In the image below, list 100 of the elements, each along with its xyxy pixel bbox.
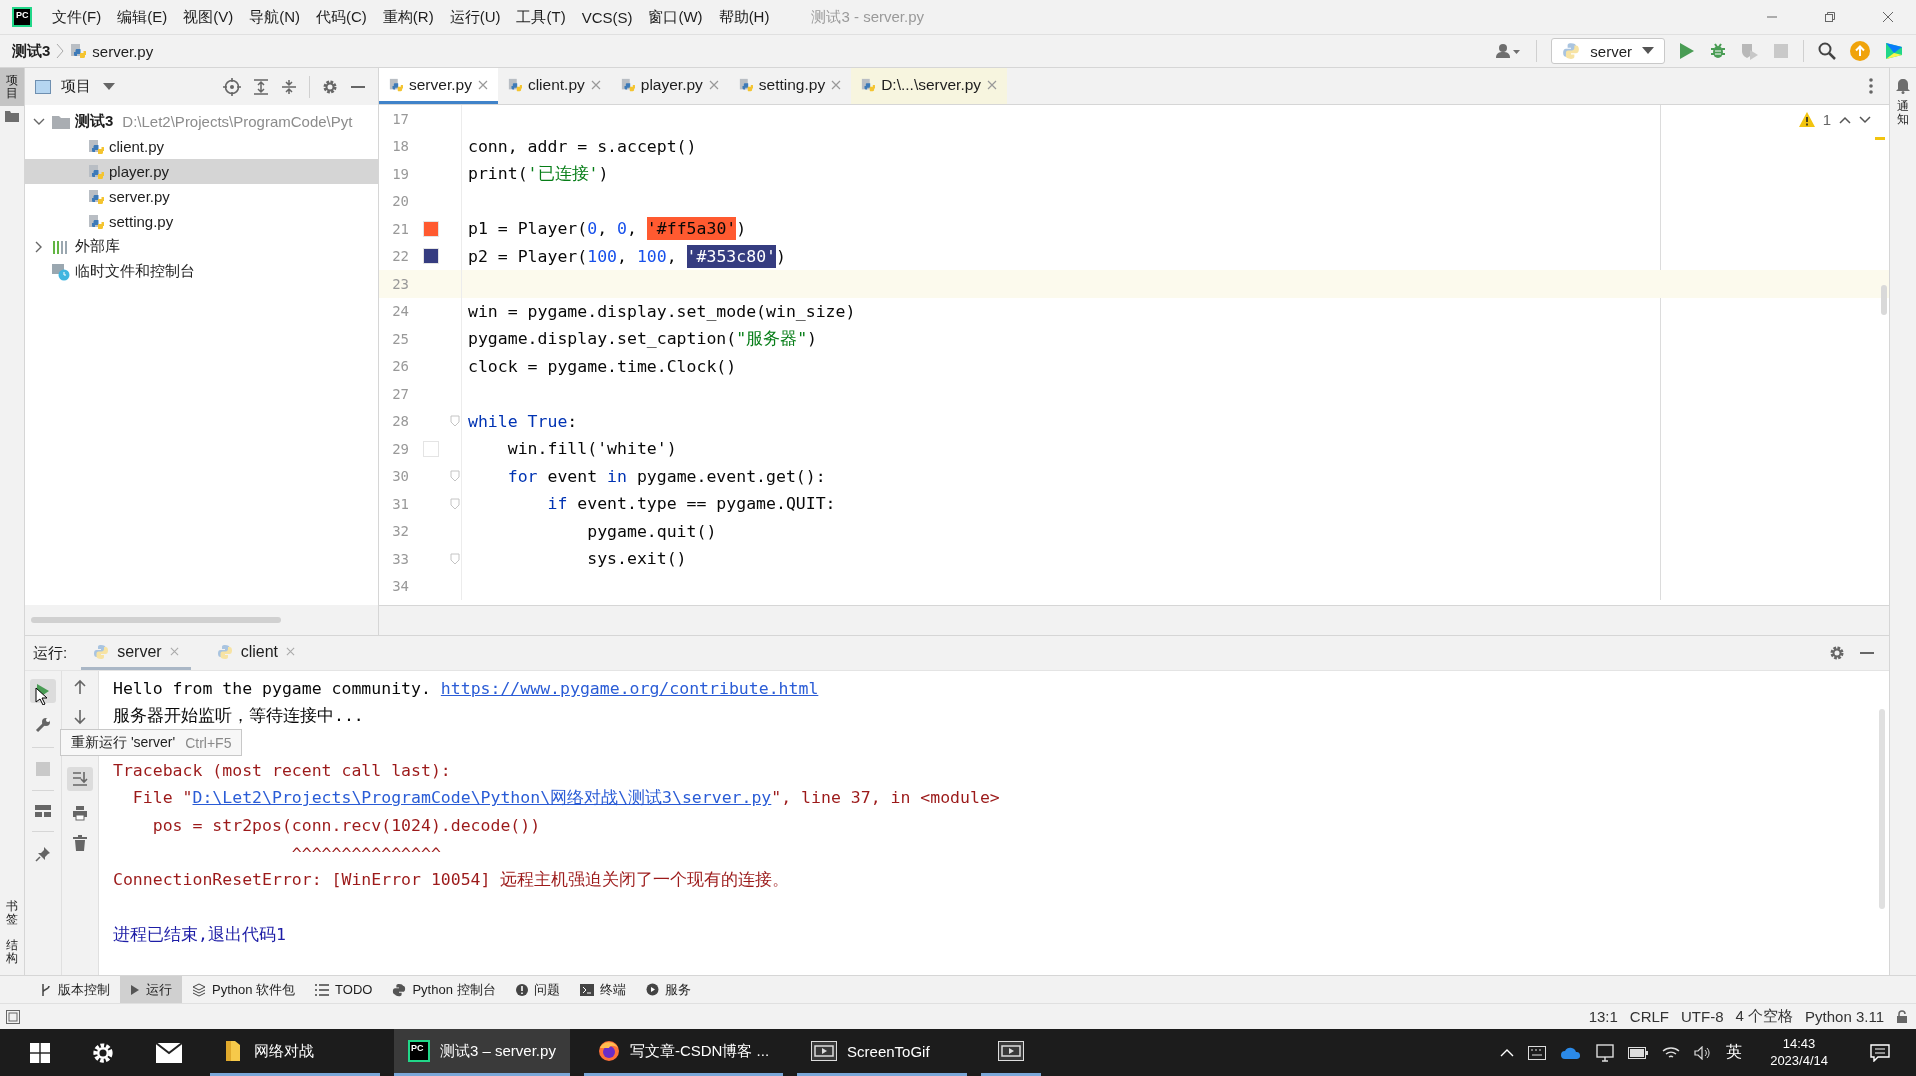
- warning-icon[interactable]: [1798, 112, 1815, 127]
- chevron-up-icon[interactable]: [1500, 1048, 1515, 1057]
- scrollbar-thumb[interactable]: [1881, 285, 1887, 315]
- locate-icon[interactable]: [223, 77, 241, 96]
- panel-title[interactable]: 项目: [61, 77, 91, 96]
- editor-tab[interactable]: player.py: [610, 68, 729, 104]
- editor-tab[interactable]: server.py: [379, 68, 498, 104]
- warning-count[interactable]: 1: [1822, 111, 1831, 128]
- tool-window-tab[interactable]: TODO: [305, 976, 383, 1003]
- clock[interactable]: 14:43 2023/4/14: [1770, 1035, 1828, 1070]
- close-icon[interactable]: [831, 79, 842, 90]
- bug-icon[interactable]: [1709, 42, 1727, 60]
- collapse-all-icon[interactable]: [281, 78, 297, 95]
- tool-window-tab[interactable]: 运行: [120, 976, 182, 1003]
- battery-icon[interactable]: [1628, 1046, 1649, 1059]
- color-swatch[interactable]: [423, 440, 439, 457]
- search-icon[interactable]: [1818, 42, 1836, 60]
- tool-window-tab[interactable]: 终端: [569, 976, 636, 1003]
- tool-window-button[interactable]: 通知: [1897, 100, 1909, 127]
- windows-start-icon[interactable]: [30, 1042, 50, 1063]
- input-method-indicator[interactable]: 英: [1726, 1042, 1743, 1063]
- expand-all-icon[interactable]: [253, 78, 269, 95]
- warning-marker[interactable]: [1875, 137, 1885, 140]
- menu-item[interactable]: 编辑(E): [117, 7, 168, 27]
- layout-toggle-icon[interactable]: [6, 1009, 20, 1024]
- tree-item[interactable]: server.py: [25, 184, 378, 209]
- wifi-icon[interactable]: [1662, 1045, 1681, 1060]
- tree-item[interactable]: client.py: [25, 134, 378, 159]
- tree-item[interactable]: 临时文件和控制台: [25, 259, 378, 284]
- lock-icon[interactable]: [1896, 1009, 1908, 1024]
- caret-icon[interactable]: [103, 82, 115, 91]
- tool-window-button[interactable]: 书签: [0, 894, 24, 933]
- menu-item[interactable]: 导航(N): [249, 7, 300, 27]
- menu-item[interactable]: 代码(C): [316, 7, 367, 27]
- down-arrow-icon[interactable]: [73, 709, 87, 725]
- scroll-to-end-button[interactable]: [67, 767, 93, 791]
- previous-icon[interactable]: [1839, 115, 1851, 124]
- color-swatch[interactable]: [423, 248, 439, 265]
- menu-item[interactable]: 视图(V): [183, 7, 234, 27]
- taskbar-app[interactable]: ScreenToGif: [797, 1029, 968, 1076]
- user-icon[interactable]: [1496, 43, 1523, 59]
- close-icon[interactable]: [590, 79, 601, 90]
- menu-item[interactable]: 文件(F): [52, 7, 102, 27]
- mail-icon[interactable]: [156, 1042, 182, 1063]
- tool-window-tab[interactable]: 服务: [635, 976, 701, 1003]
- scrollbar-thumb[interactable]: [1879, 709, 1885, 909]
- breadcrumb-item[interactable]: 测试3: [12, 41, 51, 61]
- menu-item[interactable]: 重构(R): [382, 7, 434, 27]
- tool-window-tab[interactable]: Python 控制台: [382, 976, 506, 1003]
- minimize-icon[interactable]: [1859, 651, 1875, 655]
- cloud-icon[interactable]: [1560, 1045, 1583, 1060]
- status-item[interactable]: 4 个空格: [1735, 1007, 1794, 1026]
- menu-item[interactable]: 帮助(H): [718, 7, 770, 27]
- color-swatch[interactable]: [423, 220, 439, 237]
- keyboard-icon[interactable]: [1528, 1045, 1547, 1060]
- run-config-dropdown[interactable]: server: [1551, 38, 1665, 64]
- taskbar-app[interactable]: 写文章-CSDN博客 ...: [583, 1029, 784, 1076]
- close-icon[interactable]: [477, 79, 488, 90]
- next-icon[interactable]: [1859, 115, 1871, 124]
- pin-icon[interactable]: [35, 846, 51, 862]
- menu-item[interactable]: 运行(U): [449, 7, 501, 27]
- volume-icon[interactable]: [1694, 1045, 1713, 1060]
- scrollbar-thumb[interactable]: [31, 617, 281, 623]
- restore-icon[interactable]: [1824, 11, 1836, 23]
- taskbar-app[interactable]: PC 测试3 – server.py: [394, 1029, 570, 1076]
- tool-window-button[interactable]: 项目: [0, 68, 24, 107]
- menu-item[interactable]: VCS(S): [581, 8, 633, 26]
- status-item[interactable]: 13:1: [1588, 1008, 1618, 1025]
- tree-item[interactable]: setting.py: [25, 209, 378, 234]
- network-icon[interactable]: [1596, 1043, 1615, 1062]
- print-icon[interactable]: [72, 805, 88, 821]
- tool-window-button[interactable]: 结构: [0, 932, 24, 971]
- editor-tab[interactable]: D:\...\server.py: [851, 68, 1008, 104]
- status-item[interactable]: CRLF: [1629, 1008, 1670, 1025]
- tool-window-tab[interactable]: Python 软件包: [182, 976, 306, 1003]
- tree-item[interactable]: 外部库: [25, 234, 378, 259]
- toolbox-icon[interactable]: [1884, 41, 1904, 61]
- run-tab[interactable]: client: [204, 636, 307, 670]
- close-icon[interactable]: [987, 79, 998, 90]
- wrench-icon[interactable]: [35, 717, 51, 733]
- run-icon[interactable]: [1679, 42, 1695, 60]
- taskbar-app[interactable]: 网络对战: [210, 1029, 380, 1076]
- trash-icon[interactable]: [73, 835, 87, 851]
- tree-item[interactable]: player.py: [25, 159, 378, 184]
- layout-icon[interactable]: [35, 805, 51, 817]
- tree-item[interactable]: 测试3 D:\Let2\Projects\ProgramCode\Pyt: [25, 109, 378, 134]
- menu-item[interactable]: 工具(T): [516, 7, 566, 27]
- editor-tab[interactable]: setting.py: [728, 68, 852, 104]
- tool-window-tab[interactable]: 问题: [505, 976, 570, 1003]
- status-item[interactable]: UTF-8: [1681, 1008, 1724, 1025]
- breadcrumb-item[interactable]: server.py: [92, 42, 154, 60]
- close-icon[interactable]: [1882, 11, 1894, 23]
- status-item[interactable]: Python 3.11: [1805, 1008, 1884, 1025]
- notification-icon[interactable]: [1870, 1043, 1890, 1062]
- bell-icon[interactable]: [1896, 78, 1910, 94]
- menu-item[interactable]: 窗口(W): [648, 7, 703, 27]
- tool-window-tab[interactable]: 版本控制: [30, 976, 120, 1003]
- editor-tab[interactable]: client.py: [497, 68, 611, 104]
- up-arrow-icon[interactable]: [73, 679, 87, 695]
- close-icon[interactable]: [708, 79, 719, 90]
